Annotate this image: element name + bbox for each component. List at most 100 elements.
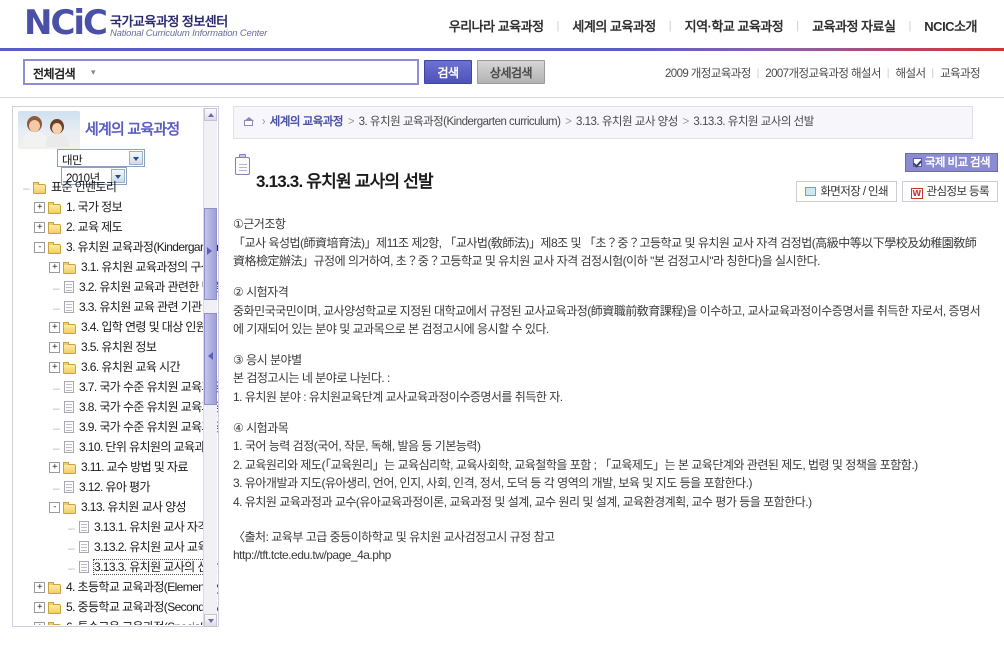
tree-item[interactable]: – 표준 인벤토리	[19, 177, 218, 197]
add-favorite-button[interactable]: W 관심정보 등록	[901, 181, 998, 203]
checkbox-checked-icon[interactable]	[912, 158, 922, 168]
tree-connector: –	[52, 480, 60, 495]
logo-mark: NCiC	[24, 3, 108, 43]
quick-link-2009-revised[interactable]: 2009 개정교육과정	[659, 65, 757, 81]
scroll-up-button[interactable]	[204, 108, 217, 121]
quick-link-2007-revised-guide[interactable]: 2007개정교육과정 해설서	[759, 65, 887, 81]
tree-item[interactable]: – 3.7. 국가 수준 유치원 교육과정	[19, 377, 218, 397]
tree-item[interactable]: +1. 국가 정보	[19, 197, 218, 217]
tree-connector: –	[67, 520, 75, 535]
tree-item[interactable]: - 3. 유치원 교육과정(Kindergarten curriculum)	[19, 237, 218, 257]
doc-icon	[63, 281, 75, 294]
search-bar: 전체검색 ▾ 검색 상세검색 2009 개정교육과정 | 2007개정교육과정 …	[0, 51, 1004, 97]
expand-icon[interactable]: +	[34, 202, 45, 214]
tree-item-label: 3.1. 유치원 교육과정의 구성	[81, 260, 212, 274]
tree-item[interactable]: +6. 특수교육 교육과정(Special)	[19, 617, 218, 625]
doc-icon	[78, 561, 90, 574]
tree-item-label: 3.9. 국가 수준 유치원 교육과정	[79, 420, 218, 434]
tree-item[interactable]: – 3.13.1. 유치원 교사 자격	[19, 517, 218, 537]
chevron-right-icon	[207, 247, 212, 255]
expand-icon[interactable]: +	[34, 622, 45, 625]
tree-item[interactable]: – 3.13.2. 유치원 교사 교육	[19, 537, 218, 557]
expand-icon[interactable]: +	[34, 602, 45, 614]
breadcrumb-root[interactable]: 세계의 교육과정	[270, 116, 344, 128]
tree-item[interactable]: +3.6. 유치원 교육 시간	[19, 357, 218, 377]
save-print-button[interactable]: 화면저장 / 인쇄	[796, 181, 897, 203]
quick-link-guide[interactable]: 해설서	[890, 65, 932, 81]
expand-icon[interactable]: +	[49, 362, 60, 374]
expand-icon[interactable]: +	[49, 262, 60, 274]
doc-icon	[63, 441, 75, 454]
chevron-down-icon[interactable]	[129, 151, 143, 165]
doc-icon	[63, 301, 75, 314]
expand-icon[interactable]: +	[34, 222, 45, 234]
breadcrumb-item-2[interactable]: 3.13. 유치원 교사 양성	[576, 116, 678, 128]
site-logo[interactable]: NCiC 국가교육과정 정보센터 National Curriculum Inf…	[24, 6, 267, 40]
expand-icon[interactable]: +	[49, 462, 60, 474]
tree-item[interactable]: +3.4. 입학 연령 및 대상 인원	[19, 317, 218, 337]
tree-item-label: 2. 교육 제도	[66, 220, 123, 234]
expand-icon[interactable]: +	[49, 322, 60, 334]
country-select-value: 대만	[62, 155, 83, 167]
main-panel: › 세계의 교육과정 > 3. 유치원 교육과정(Kindergarten cu…	[233, 106, 998, 643]
nav-item-national-curriculum[interactable]: 우리나라 교육과정	[436, 16, 557, 35]
home-icon[interactable]	[244, 117, 254, 126]
article-body: ①근거조항 「교사 육성법(師資培育法)」제11조 제2항, 「교사법(敎師法)…	[233, 215, 985, 565]
breadcrumb-separator: ›	[261, 116, 266, 128]
tree-item[interactable]: – 3.8. 국가 수준 유치원 교육과정	[19, 397, 218, 417]
search-scope-label[interactable]: 전체검색	[33, 65, 76, 82]
country-select[interactable]: 대만	[57, 149, 145, 167]
advanced-search-button[interactable]: 상세검색	[477, 60, 545, 84]
tree-item-label: 4. 초등학교 교육과정(Elementary)	[66, 580, 218, 594]
scroll-down-button[interactable]	[204, 614, 217, 627]
collapse-icon[interactable]: -	[49, 502, 60, 514]
section4-heading: ④ 시험과목	[233, 420, 289, 435]
breadcrumb-item-1[interactable]: 3. 유치원 교육과정(Kindergarten curriculum)	[359, 116, 561, 128]
scrollbar-thumb-secondary[interactable]	[204, 313, 217, 405]
tree-item[interactable]: +3.11. 교수 방법 및 자료	[19, 457, 218, 477]
expand-icon[interactable]: +	[49, 342, 60, 354]
chevron-down-icon[interactable]: ▾	[91, 67, 96, 78]
tree-item[interactable]: +5. 중등학교 교육과정(Secondary)	[19, 597, 218, 617]
source-url[interactable]: http://tft.tcte.edu.tw/page_4a.php	[233, 546, 985, 565]
content-area: 세계의 교육과정 대만 2010년 – 표준 인벤토리 +1. 국가 정보 +2. 교…	[0, 98, 1004, 643]
nav-item-regional-school-curriculum[interactable]: 지역·학교 교육과정	[672, 16, 797, 35]
collapse-icon[interactable]: -	[34, 242, 45, 254]
section3-item-1: 1. 유치원 분야 : 유치원교육단계 교사교육과정이수증명서를 취득한 자.	[233, 390, 563, 404]
tree-item-label: 3.5. 유치원 정보	[81, 340, 157, 354]
tree-item[interactable]: - 3.13. 유치원 교사 양성	[19, 497, 218, 517]
tree-item[interactable]: – 3.9. 국가 수준 유치원 교육과정	[19, 417, 218, 437]
tree-item[interactable]: +2. 교육 제도	[19, 217, 218, 237]
tree-item[interactable]: – 3.13.3. 유치원 교사의 선발	[19, 557, 218, 577]
tree-item[interactable]: +3.5. 유치원 정보	[19, 337, 218, 357]
sidebar-scrollbar[interactable]	[203, 108, 217, 627]
sidebar-title: 세계의 교육과정	[85, 121, 180, 138]
tree-item[interactable]: – 3.2. 유치원 교육과 관련한 법령	[19, 277, 218, 297]
search-button[interactable]: 검색	[424, 60, 472, 84]
international-compare-button[interactable]: 국제 비교 검색	[904, 153, 998, 173]
nav-item-curriculum-archive[interactable]: 교육과정 자료실	[799, 16, 908, 35]
tree-item-label: 3.2. 유치원 교육과 관련한 법령	[79, 280, 218, 294]
scrollbar-thumb[interactable]	[204, 208, 217, 300]
expand-icon[interactable]: +	[34, 582, 45, 594]
tree-item-label: 3.13.3. 유치원 교사의 선발	[92, 559, 218, 575]
tree-item[interactable]: – 3.12. 유아 평가	[19, 477, 218, 497]
curriculum-tree-pane: – 표준 인벤토리 +1. 국가 정보 +2. 교육 제도 -3. 유치원 교육과정(K…	[13, 177, 218, 625]
nav-item-about-ncic[interactable]: NCIC소개	[911, 16, 990, 35]
tree-item[interactable]: – 3.3. 유치원 교육 관련 기관	[19, 297, 218, 317]
section1-body: 「교사 육성법(師資培育法)」제11조 제2항, 「교사법(敎師法)」제8조 및…	[233, 235, 977, 269]
folder-icon	[48, 221, 62, 234]
tree-item[interactable]: – 3.10. 단위 유치원의 교육과정	[19, 437, 218, 457]
tree-item[interactable]: +3.1. 유치원 교육과정의 구성	[19, 257, 218, 277]
tree-item-label: 3.6. 유치원 교육 시간	[81, 360, 181, 374]
logo-korean-name: 국가교육과정 정보센터	[110, 14, 228, 30]
nav-item-world-curriculum[interactable]: 세계의 교육과정	[559, 16, 668, 35]
source-citation: 〈출처: 교육부 고급 중등이하학교 및 유치원 교사검정고시 규정 참고	[233, 529, 555, 544]
folder-icon	[48, 581, 62, 594]
search-input-wrapper[interactable]: 전체검색 ▾	[23, 59, 419, 85]
tree-item-label: 5. 중등학교 교육과정(Secondary)	[66, 600, 218, 614]
quick-link-curriculum[interactable]: 교육과정	[934, 65, 986, 81]
tree-item[interactable]: +4. 초등학교 교육과정(Elementary)	[19, 577, 218, 597]
folder-icon	[48, 201, 62, 214]
doc-icon	[78, 541, 90, 554]
